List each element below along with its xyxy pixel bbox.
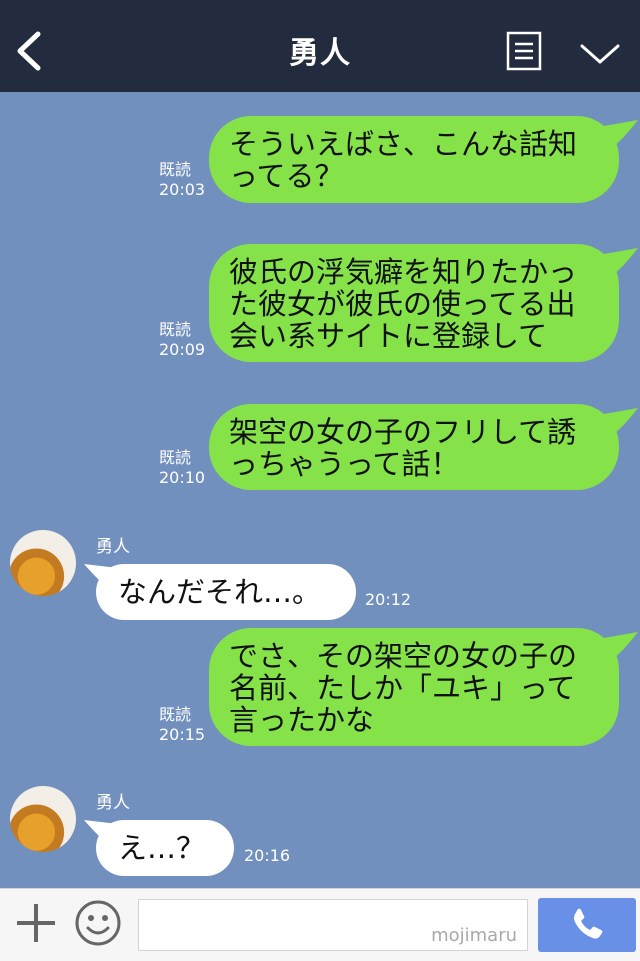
- message-line: っちゃうって話！: [229, 447, 460, 481]
- message-meta: 既読 20:15: [159, 705, 205, 745]
- watermark-text: mojimaru: [431, 925, 517, 946]
- message-line: でさ、その架空の女の子の: [229, 639, 578, 673]
- message-meta: 既読 20:03: [159, 160, 205, 200]
- outgoing-message-bubble[interactable]: 架空の女の子のフリして誘 っちゃうって話！: [209, 404, 619, 490]
- message-line: そういえばさ、こんな話知: [229, 127, 578, 161]
- message-time: 20:10: [159, 468, 206, 487]
- add-attachment-button[interactable]: [14, 901, 58, 945]
- message-line: 会い系サイトに登録して: [229, 319, 548, 353]
- phone-icon: [574, 908, 603, 939]
- message-line: 名前、たしか「ユキ」って: [229, 671, 576, 705]
- outgoing-message-bubble[interactable]: でさ、その架空の女の子の 名前、たしか「ユキ」って 言ったかな: [209, 628, 619, 746]
- smiley-icon: [75, 900, 121, 946]
- message-meta: 既読 20:09: [159, 320, 205, 360]
- outgoing-message-bubble[interactable]: そういえばさ、こんな話知 ってる？: [209, 116, 619, 203]
- expand-button[interactable]: [578, 38, 622, 68]
- chat-title: 勇人: [289, 36, 351, 71]
- call-button[interactable]: [538, 898, 636, 952]
- avatar[interactable]: [10, 530, 76, 596]
- message-meta: 既読 20:10: [159, 448, 205, 488]
- bubble-tail: [604, 632, 638, 658]
- message-input-bar: mojimaru: [0, 888, 640, 961]
- sender-name: 勇人: [96, 793, 130, 813]
- message-line: 架空の女の子のフリして誘: [229, 415, 577, 449]
- sender-name: 勇人: [96, 537, 130, 557]
- message-time: 20:03: [159, 180, 206, 199]
- message-line: 彼氏の浮気癖を知りたかっ: [229, 255, 578, 289]
- read-receipt: 既読: [159, 160, 192, 179]
- read-receipt: 既読: [159, 448, 192, 467]
- bubble-tail: [604, 408, 638, 434]
- chat-header: 勇人: [0, 0, 640, 92]
- message-input[interactable]: mojimaru: [138, 899, 528, 951]
- bubble-tail: [604, 248, 638, 274]
- read-receipt: 既読: [159, 705, 192, 724]
- menu-button[interactable]: [506, 31, 542, 71]
- message-line: た彼女が彼氏の使ってる出: [229, 287, 576, 321]
- message-line: え…？: [118, 831, 206, 865]
- message-line: なんだそれ…。: [118, 575, 322, 609]
- outgoing-message-bubble[interactable]: 彼氏の浮気癖を知りたかっ た彼女が彼氏の使ってる出 会い系サイトに登録して: [209, 244, 619, 362]
- bubble-tail: [604, 120, 638, 146]
- read-receipt: 既読: [159, 320, 192, 339]
- message-time: 20:15: [159, 725, 206, 744]
- message-line: ってる？: [229, 159, 344, 193]
- message-time: 20:12: [365, 590, 412, 609]
- avatar[interactable]: [10, 786, 76, 852]
- message-time: 20:09: [159, 340, 206, 359]
- message-time: 20:16: [244, 846, 291, 865]
- incoming-message-bubble[interactable]: なんだそれ…。: [96, 564, 356, 620]
- incoming-message-bubble[interactable]: え…？: [96, 820, 234, 876]
- emoji-button[interactable]: [74, 899, 122, 947]
- plus-icon: [17, 904, 55, 942]
- chevron-down-icon: [580, 44, 620, 64]
- list-menu-icon: [506, 31, 542, 71]
- chat-area[interactable]: 既読 20:03 そういえばさ、こんな話知 ってる？ 既読 20:09 彼氏の浮…: [0, 92, 640, 888]
- message-line: 言ったかな: [229, 703, 375, 737]
